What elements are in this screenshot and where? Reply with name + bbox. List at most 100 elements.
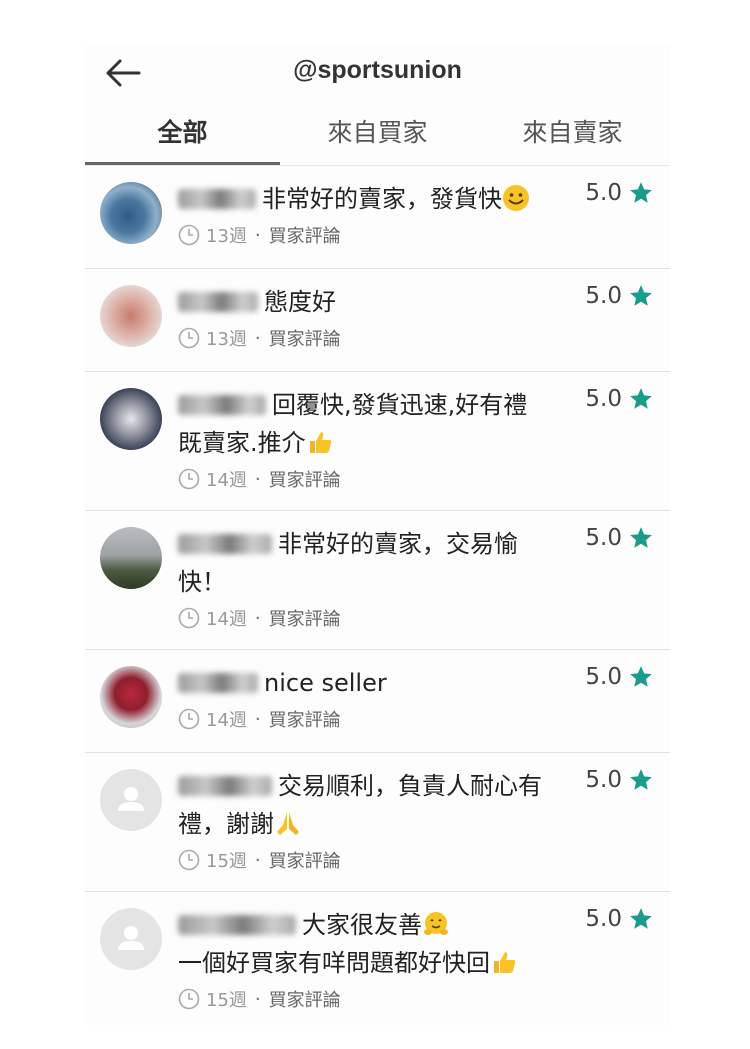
review-text: 非常好的賣家，發貨快: [178, 180, 580, 218]
tab-from-buyers[interactable]: 來自買家: [280, 103, 475, 165]
review-text: 大家很友善: [178, 906, 580, 944]
rating: 5.0: [585, 386, 654, 412]
review-type: 買家評論: [268, 710, 341, 731]
review-text-continued: 既賣家.推介: [178, 424, 580, 462]
star-icon: [630, 182, 652, 203]
review-item[interactable]: 交易順利，負責人耐心有 禮，謝謝 15週 · 買家評論 5.0: [85, 753, 670, 892]
avatar-placeholder[interactable]: [100, 908, 162, 970]
review-age: 14週: [206, 470, 247, 491]
smile-emoji-icon: [503, 185, 529, 211]
separator-dot: ·: [254, 988, 261, 1010]
separator-dot: ·: [254, 468, 261, 490]
review-text-continued: 快！: [178, 568, 226, 596]
avatar[interactable]: [100, 666, 162, 728]
review-text-continued: 禮，謝謝: [178, 805, 580, 843]
review-text: 交易順利，負責人耐心有: [178, 767, 580, 805]
clock-icon: [178, 224, 200, 246]
review-type: 買家評論: [268, 226, 341, 247]
user-icon: [118, 926, 144, 950]
separator-dot: ·: [254, 708, 261, 730]
review-text-continued: 一個好買家有咩問題都好快回: [178, 944, 580, 982]
review-item[interactable]: 非常好的賣家，發貨快 13週 · 買家評論 5.0: [85, 166, 670, 269]
thumbs-up-emoji-icon: [494, 952, 516, 973]
clock-icon: [178, 468, 200, 490]
rating: 5.0: [585, 906, 654, 932]
tab-bar: 全部 來自買家 來自賣家: [85, 103, 670, 166]
page-title: @sportsunion: [293, 56, 462, 84]
star-icon: [630, 388, 652, 409]
username-blurred: [178, 673, 258, 693]
pray-emoji-icon: [277, 812, 299, 835]
avatar-placeholder[interactable]: [100, 769, 162, 831]
clock-icon: [178, 988, 200, 1010]
clock-icon: [178, 327, 200, 349]
avatar[interactable]: [100, 285, 162, 347]
review-meta: 15週 · 買家評論: [178, 986, 580, 1012]
review-item[interactable]: 大家很友善 一個好買家有咩問題都好快回 15週 · 買家評論 5.0: [85, 892, 670, 1025]
reviews-screen: @sportsunion 全部 來自買家 來自賣家 非常好的賣家，發貨快 13週…: [85, 45, 670, 1025]
star-icon: [630, 908, 652, 929]
review-age: 13週: [206, 329, 247, 350]
clock-icon: [178, 708, 200, 730]
username-blurred: [178, 776, 272, 796]
star-icon: [630, 769, 652, 790]
user-icon: [118, 787, 144, 811]
rating-value: 5.0: [585, 767, 622, 793]
rating-value: 5.0: [585, 664, 622, 690]
review-meta: 14週 · 買家評論: [178, 706, 580, 732]
review-age: 13週: [206, 226, 247, 247]
review-item[interactable]: 回覆快,發貨迅速,好有禮 既賣家.推介 14週 · 買家評論 5.0: [85, 372, 670, 511]
separator-dot: ·: [254, 224, 261, 246]
hug-emoji-icon: [424, 912, 448, 935]
tab-from-sellers[interactable]: 來自賣家: [475, 103, 670, 165]
review-item[interactable]: nice seller 14週 · 買家評論 5.0: [85, 650, 670, 753]
rating: 5.0: [585, 767, 654, 793]
review-age: 15週: [206, 990, 247, 1011]
review-type: 買家評論: [268, 470, 341, 491]
separator-dot: ·: [254, 327, 261, 349]
review-item[interactable]: 非常好的賣家，交易愉 快！ 14週 · 買家評論 5.0: [85, 511, 670, 650]
review-type: 買家評論: [268, 329, 341, 350]
review-meta: 13週 · 買家評論: [178, 222, 580, 248]
star-icon: [630, 285, 652, 306]
rating-value: 5.0: [585, 386, 622, 412]
username-blurred: [178, 915, 296, 935]
review-type: 買家評論: [268, 851, 341, 872]
clock-icon: [178, 849, 200, 871]
username-blurred: [178, 189, 256, 209]
username-blurred: [178, 534, 272, 554]
review-age: 14週: [206, 609, 247, 630]
header: @sportsunion: [85, 45, 670, 103]
thumbs-up-emoji-icon: [309, 432, 331, 453]
review-age: 15週: [206, 851, 247, 872]
rating-value: 5.0: [585, 525, 622, 551]
rating: 5.0: [585, 664, 654, 690]
rating: 5.0: [585, 525, 654, 551]
rating-value: 5.0: [585, 906, 622, 932]
review-type: 買家評論: [268, 990, 341, 1011]
review-item[interactable]: 態度好 13週 · 買家評論 5.0: [85, 269, 670, 372]
avatar[interactable]: [100, 182, 162, 244]
username-blurred: [178, 292, 258, 312]
rating: 5.0: [585, 180, 654, 206]
rating-value: 5.0: [585, 283, 622, 309]
review-text: 非常好的賣家，交易愉: [178, 525, 580, 563]
clock-icon: [178, 607, 200, 629]
username-blurred: [178, 395, 266, 415]
avatar[interactable]: [100, 527, 162, 589]
review-age: 14週: [206, 710, 247, 731]
separator-dot: ·: [254, 607, 261, 629]
rating-value: 5.0: [585, 180, 622, 206]
separator-dot: ·: [254, 849, 261, 871]
review-meta: 15週 · 買家評論: [178, 847, 580, 873]
review-meta: 14週 · 買家評論: [178, 466, 580, 492]
rating: 5.0: [585, 283, 654, 309]
review-text: 態度好: [178, 283, 580, 321]
star-icon: [630, 666, 652, 687]
review-text: 回覆快,發貨迅速,好有禮: [178, 386, 580, 424]
review-meta: 13週 · 買家評論: [178, 325, 580, 351]
tab-all[interactable]: 全部: [85, 103, 280, 165]
avatar[interactable]: [100, 388, 162, 450]
star-icon: [630, 527, 652, 548]
review-meta: 14週 · 買家評論: [178, 605, 580, 631]
